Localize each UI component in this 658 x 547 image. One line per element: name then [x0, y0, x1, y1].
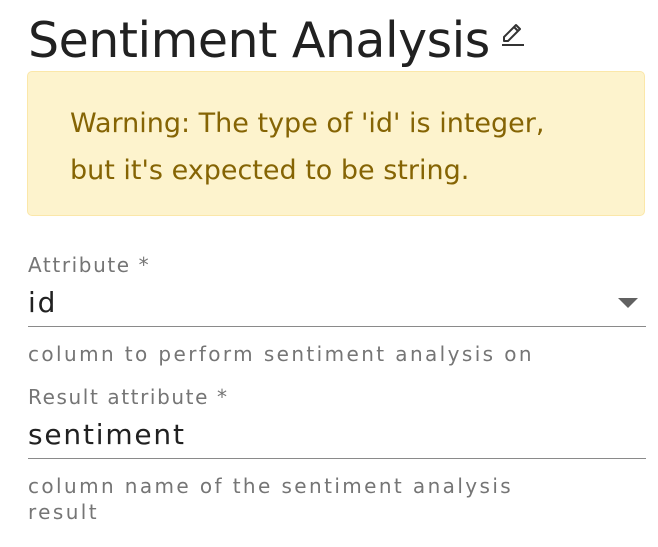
pencil-icon[interactable]	[500, 18, 526, 46]
page-title: Sentiment Analysis	[28, 12, 490, 69]
type-warning-alert: Warning: The type of 'id' is integer, bu…	[27, 71, 645, 216]
attribute-helper-text: column to perform sentiment analysis on	[28, 342, 534, 366]
attribute-select[interactable]: id	[28, 278, 646, 327]
result-attribute-field: Result attribute * sentiment column name…	[28, 384, 646, 525]
result-attribute-helper-text-line-2: result	[28, 500, 99, 524]
result-attribute-input-value[interactable]: sentiment	[28, 418, 186, 451]
attribute-field: Attribute * id column to perform sentime…	[28, 252, 646, 367]
result-attribute-helper-text-line-1: column name of the sentiment analysis	[28, 474, 514, 498]
title-row: Sentiment Analysis	[28, 8, 526, 76]
result-attribute-input[interactable]: sentiment	[28, 410, 646, 459]
attribute-select-value[interactable]: id	[28, 286, 57, 319]
dropdown-arrow-icon[interactable]	[618, 298, 638, 308]
attribute-label: Attribute *	[28, 253, 151, 277]
result-attribute-label: Result attribute *	[28, 385, 229, 409]
warning-text-line-1: Warning: The type of 'id' is integer,	[70, 108, 545, 139]
warning-text-line-2: but it's expected to be string.	[70, 155, 470, 186]
